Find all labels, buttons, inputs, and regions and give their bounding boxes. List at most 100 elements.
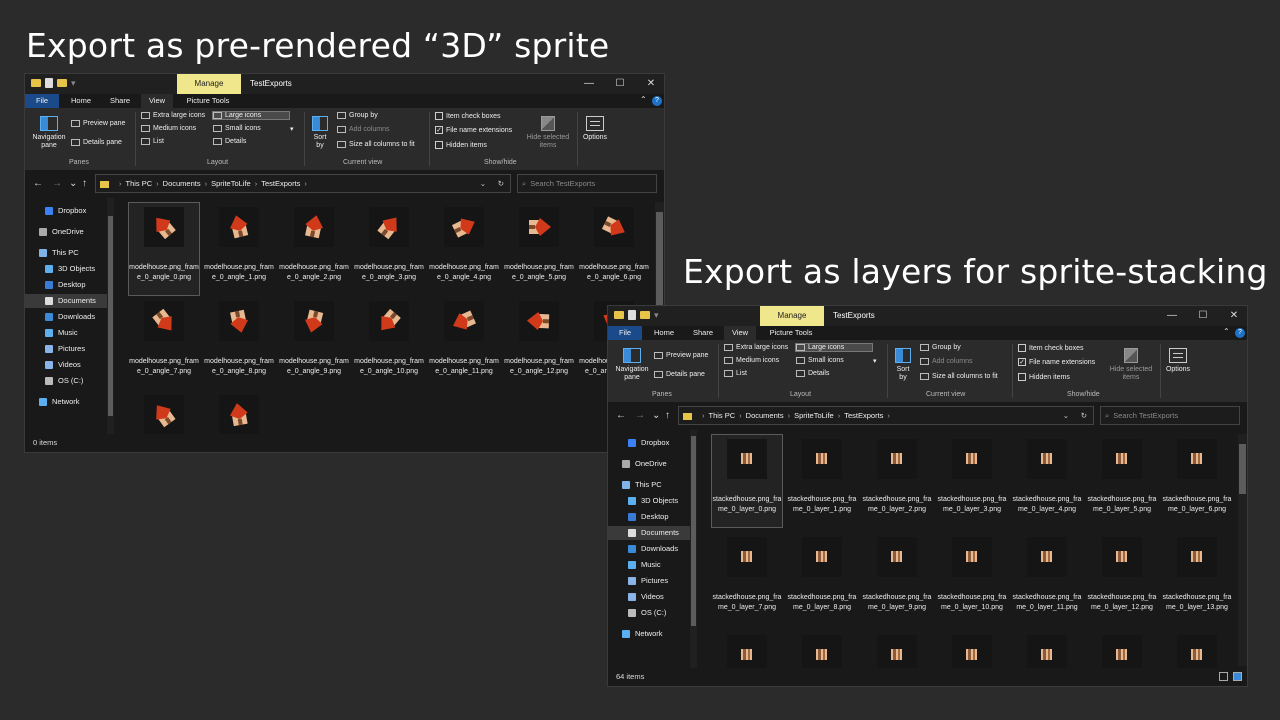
file-item[interactable]: modelhouse.png_frame_0_angle_6.png	[579, 203, 649, 295]
hide-selected-items-button[interactable]: Hide selected items	[522, 116, 574, 150]
forward-icon[interactable]: →	[52, 178, 62, 189]
file-item[interactable]: stackedhouse.png_frame_0_layer_0.png	[711, 434, 783, 528]
file-item[interactable]: modelhouse.png_frame_0_angle_5.png	[504, 203, 574, 295]
new-folder-icon[interactable]	[57, 79, 67, 87]
file-item[interactable]: modelhouse.png_frame_0_angle_7.png	[129, 297, 199, 389]
breadcrumb-item[interactable]: TestExports	[844, 411, 883, 420]
file-item[interactable]	[937, 631, 1007, 668]
sidebar-item-onedrive[interactable]: OneDrive	[25, 225, 107, 239]
file-item[interactable]: stackedhouse.png_frame_0_layer_4.png	[1012, 435, 1082, 527]
layout-option-small-icons[interactable]: Small icons	[796, 357, 872, 364]
large-icons-view-icon[interactable]	[1233, 672, 1242, 681]
sidebar-item-documents[interactable]: Documents	[25, 294, 107, 308]
file-item[interactable]: modelhouse.png_frame_0_angle_0.png	[128, 202, 200, 296]
layout-option-details[interactable]: Details	[213, 138, 289, 145]
file-item[interactable]: modelhouse.png_frame_0_angle_8.png	[204, 297, 274, 389]
sidebar-item-videos[interactable]: Videos	[608, 590, 690, 604]
sidebar-scroll-thumb[interactable]	[108, 216, 113, 416]
tab-file[interactable]: File	[608, 326, 642, 340]
sidebar-item-network[interactable]: Network	[25, 395, 107, 409]
layout-option-extra-large-icons[interactable]: Extra large icons	[141, 112, 209, 119]
close-icon[interactable]: ✕	[1219, 306, 1247, 326]
sidebar-item-pictures[interactable]: Pictures	[25, 342, 107, 356]
sidebar-item-dropbox[interactable]: Dropbox	[25, 204, 107, 218]
layout-more-icon[interactable]: ▾	[290, 125, 294, 133]
item-check-boxes-checkbox[interactable]: Item check boxes	[1018, 344, 1083, 352]
breadcrumb-item[interactable]: This PC	[709, 411, 736, 420]
sidebar-item-pictures[interactable]: Pictures	[608, 574, 690, 588]
file-item[interactable]: stackedhouse.png_frame_0_layer_6.png	[1162, 435, 1232, 527]
navigation-pane-button[interactable]: Navigation pane	[612, 348, 652, 382]
file-item[interactable]: modelhouse.png_frame_0_angle_3.png	[354, 203, 424, 295]
file-item[interactable]	[129, 391, 199, 434]
file-item[interactable]: stackedhouse.png_frame_0_layer_9.png	[862, 533, 932, 625]
file-item[interactable]: modelhouse.png_frame_0_angle_4.png	[429, 203, 499, 295]
file-item[interactable]	[712, 631, 782, 668]
folder-icon[interactable]	[614, 311, 624, 319]
file-item[interactable]: modelhouse.png_frame_0_angle_10.png	[354, 297, 424, 389]
file-item[interactable]: stackedhouse.png_frame_0_layer_11.png	[1012, 533, 1082, 625]
breadcrumb-item[interactable]: This PC	[126, 179, 153, 188]
recent-locations-icon[interactable]: ⌄	[652, 410, 660, 421]
file-item[interactable]: modelhouse.png_frame_0_angle_11.png	[429, 297, 499, 389]
hidden-items-checkbox[interactable]: Hidden items	[435, 141, 487, 149]
forward-icon[interactable]: →	[635, 410, 645, 421]
layout-option-medium-icons[interactable]: Medium icons	[724, 357, 792, 364]
breadcrumb-item[interactable]: SpriteToLife	[211, 179, 251, 188]
breadcrumb-item[interactable]: Documents	[746, 411, 784, 420]
search-field[interactable]: ⌕ Search TestExports	[517, 174, 657, 193]
manage-tab[interactable]: Manage	[177, 74, 241, 94]
tab-picture-tools[interactable]: Picture Tools	[761, 326, 821, 340]
sidebar-scrollbar[interactable]	[690, 430, 697, 668]
navigation-pane-button[interactable]: Navigation pane	[29, 116, 69, 150]
sidebar-item-3d-objects[interactable]: 3D Objects	[25, 262, 107, 276]
file-item[interactable]: stackedhouse.png_frame_0_layer_5.png	[1087, 435, 1157, 527]
properties-icon[interactable]	[45, 78, 53, 88]
layout-option-large-icons[interactable]: Large icons	[212, 111, 290, 120]
sidebar-item-music[interactable]: Music	[25, 326, 107, 340]
sidebar-item-this-pc[interactable]: This PC	[608, 478, 690, 492]
minimize-icon[interactable]: —	[1157, 306, 1187, 326]
options-button[interactable]: Options	[1164, 348, 1192, 374]
layout-more-icon[interactable]: ▾	[873, 357, 877, 365]
content-scrollbar[interactable]	[1238, 434, 1247, 666]
file-item[interactable]: stackedhouse.png_frame_0_layer_8.png	[787, 533, 857, 625]
file-item[interactable]: stackedhouse.png_frame_0_layer_2.png	[862, 435, 932, 527]
sidebar-scroll-thumb[interactable]	[691, 436, 696, 626]
tab-share[interactable]: Share	[687, 326, 719, 340]
address-bar[interactable]: › This PC › Documents › SpriteToLife › TestExpo…	[678, 406, 1094, 425]
file-item[interactable]	[862, 631, 932, 668]
file-name-extensions-checkbox[interactable]: ✓ File name extensions	[1018, 358, 1095, 366]
customize-toolbar-icon[interactable]: ▾	[654, 310, 659, 320]
file-item[interactable]: stackedhouse.png_frame_0_layer_12.png	[1087, 533, 1157, 625]
help-icon[interactable]: ?	[652, 96, 662, 106]
close-icon[interactable]: ✕	[636, 74, 664, 94]
maximize-icon[interactable]: ☐	[1188, 306, 1218, 326]
sidebar-item-3d-objects[interactable]: 3D Objects	[608, 494, 690, 508]
recent-locations-icon[interactable]: ⌄	[69, 178, 77, 189]
sidebar-item-desktop[interactable]: Desktop	[25, 278, 107, 292]
layout-option-list[interactable]: List	[724, 370, 792, 377]
sidebar-item-onedrive[interactable]: OneDrive	[608, 457, 690, 471]
layout-option-small-icons[interactable]: Small icons	[213, 125, 289, 132]
layout-option-large-icons[interactable]: Large icons	[795, 343, 873, 352]
sidebar-item-desktop[interactable]: Desktop	[608, 510, 690, 524]
collapse-ribbon-icon[interactable]: ⌃	[1223, 327, 1230, 336]
sort-by-button[interactable]: Sort by	[892, 348, 914, 382]
layout-option-medium-icons[interactable]: Medium icons	[141, 125, 209, 132]
add-columns-button[interactable]: Add columns	[920, 358, 972, 365]
sidebar-item-network[interactable]: Network	[608, 627, 690, 641]
up-icon[interactable]: ↑	[82, 178, 87, 189]
preview-pane-button[interactable]: Preview pane	[71, 120, 125, 127]
group-by-button[interactable]: Group by	[920, 344, 961, 351]
hide-selected-items-button[interactable]: Hide selected items	[1105, 348, 1157, 382]
sidebar-item-documents[interactable]: Documents	[608, 526, 690, 540]
address-dropdown-icon[interactable]: ⌄	[1063, 407, 1069, 424]
file-item[interactable]: stackedhouse.png_frame_0_layer_3.png	[937, 435, 1007, 527]
details-pane-button[interactable]: Details pane	[654, 371, 705, 378]
file-name-extensions-checkbox[interactable]: ✓ File name extensions	[435, 126, 512, 134]
file-item[interactable]	[1087, 631, 1157, 668]
help-icon[interactable]: ?	[1235, 328, 1245, 338]
sidebar-item-videos[interactable]: Videos	[25, 358, 107, 372]
file-item[interactable]: stackedhouse.png_frame_0_layer_1.png	[787, 435, 857, 527]
